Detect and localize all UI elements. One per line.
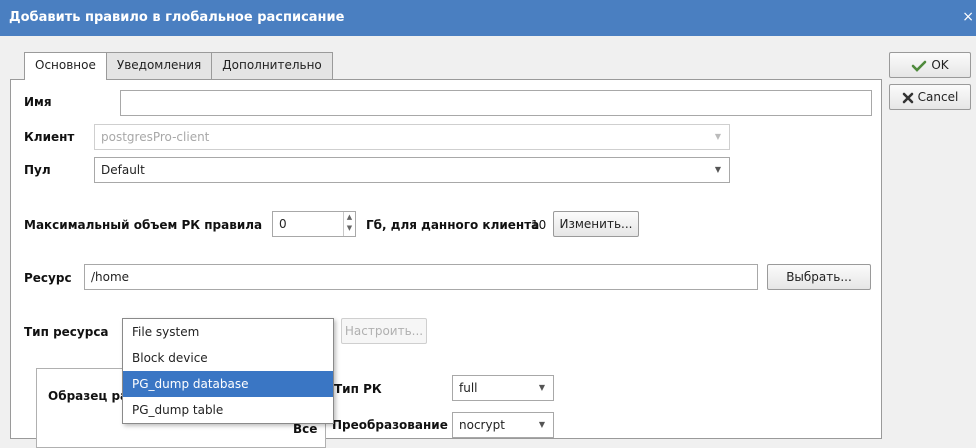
pool-select[interactable]: Default ▼ (94, 157, 730, 183)
dropdown-option-block-device[interactable]: Block device (123, 345, 333, 371)
backup-type-value: full (459, 381, 478, 395)
chevron-down-icon: ▼ (538, 420, 545, 429)
spin-arrows-icon[interactable]: ▲ ▼ (343, 212, 355, 236)
dialog-titlebar: Добавить правило в глобальное расписание… (0, 0, 976, 36)
configure-button: Настроить... (341, 318, 427, 344)
resource-type-dropdown[interactable]: File system Block device PG_dump databas… (122, 318, 334, 424)
transform-select[interactable]: nocrypt ▼ (452, 412, 554, 438)
backup-type-label: Тип РК (334, 382, 382, 396)
client-label: Клиент (24, 130, 75, 144)
sample-label: Образец ра (48, 389, 129, 403)
name-label: Имя (24, 95, 52, 109)
chevron-down-icon: ▼ (714, 165, 721, 174)
dialog-title: Добавить правило в глобальное расписание (9, 10, 345, 25)
tab-bar: Основное Уведомления Дополнительно (24, 52, 333, 80)
dropdown-option-pg-dump-table[interactable]: PG_dump table (123, 397, 333, 423)
resource-label: Ресурс (24, 271, 72, 285)
cancel-label: Cancel (917, 90, 959, 104)
ok-label: OK (931, 58, 949, 72)
dropdown-option-pg-dump-database[interactable]: PG_dump database (123, 371, 333, 397)
tab-advanced[interactable]: Дополнительно (211, 52, 333, 79)
dropdown-option-file-system[interactable]: File system (123, 319, 333, 345)
tab-main[interactable]: Основное (24, 52, 107, 80)
ok-button[interactable]: OK (889, 52, 971, 78)
transform-value: nocrypt (459, 418, 505, 432)
transform-label: Преобразование (332, 418, 448, 432)
chevron-down-icon: ▼ (538, 383, 545, 392)
change-button[interactable]: Изменить... (553, 211, 639, 237)
ok-check-icon (912, 60, 927, 72)
resource-type-label: Тип ресурса (24, 325, 109, 339)
tab-notifications[interactable]: Уведомления (105, 52, 213, 79)
client-select-value: postgresPro-client (101, 130, 210, 144)
resource-input[interactable]: /home (84, 264, 758, 290)
max-volume-value: 0 (279, 217, 287, 231)
gb-label: Гб, для данного клиента (366, 218, 540, 232)
client-gb-value: 10 (531, 218, 547, 232)
close-icon[interactable]: × (962, 9, 974, 25)
pool-select-value: Default (101, 163, 145, 177)
client-select: postgresPro-client ▼ (94, 124, 730, 150)
cancel-button[interactable]: Cancel (889, 84, 971, 110)
name-input[interactable] (120, 90, 872, 116)
choose-button[interactable]: Выбрать... (767, 264, 871, 290)
max-volume-spinbox[interactable]: 0 ▲ ▼ (272, 211, 356, 237)
chevron-down-icon: ▼ (714, 132, 721, 141)
backup-type-select[interactable]: full ▼ (452, 375, 554, 401)
cancel-x-icon (902, 92, 913, 103)
max-volume-label: Максимальный объем РК правила (24, 218, 263, 232)
pool-label: Пул (24, 163, 51, 177)
